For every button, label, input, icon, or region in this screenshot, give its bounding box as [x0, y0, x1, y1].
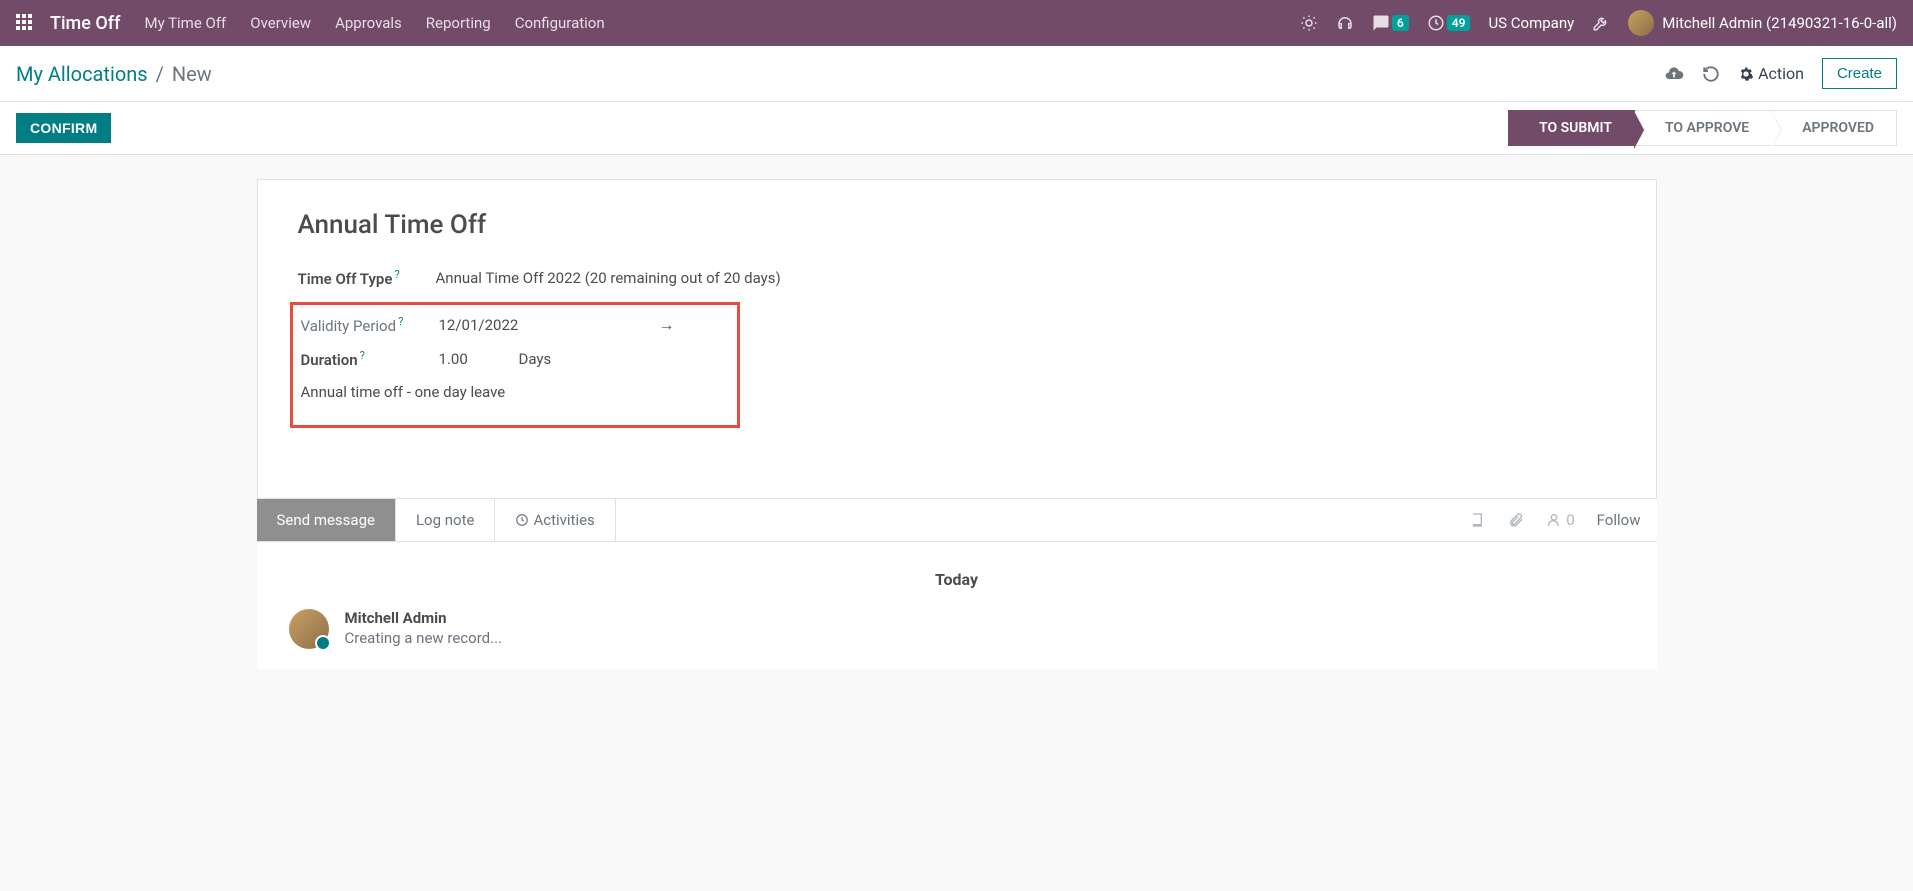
nav-reporting[interactable]: Reporting	[426, 14, 491, 32]
form-title: Annual Time Off	[298, 210, 1616, 240]
status-to-submit[interactable]: TO SUBMIT	[1508, 110, 1635, 146]
messages-icon[interactable]: 6	[1372, 14, 1409, 32]
tab-send-message[interactable]: Send message	[257, 499, 396, 541]
value-duration: 1.00	[439, 350, 519, 368]
app-brand[interactable]: Time Off	[50, 13, 120, 34]
avatar	[1628, 10, 1654, 36]
help-icon[interactable]: ?	[394, 268, 399, 281]
breadcrumb: My Allocations / New	[16, 62, 212, 86]
book-icon[interactable]	[1470, 512, 1486, 528]
breadcrumb-parent[interactable]: My Allocations	[16, 62, 148, 86]
row-validity: Validity Period? 12/01/2022 →	[293, 315, 729, 335]
label-time-off-type: Time Off Type?	[298, 268, 436, 288]
avatar	[289, 609, 329, 649]
apps-icon[interactable]	[16, 14, 34, 32]
discard-icon[interactable]	[1702, 65, 1720, 83]
bug-icon[interactable]	[1300, 14, 1318, 32]
tab-log-note[interactable]: Log note	[396, 499, 494, 541]
confirm-button[interactable]: CONFIRM	[16, 113, 111, 143]
breadcrumb-sep: /	[156, 62, 164, 86]
row-notes: Annual time off - one day leave	[293, 383, 729, 401]
follower-count: 0	[1566, 511, 1574, 529]
create-button[interactable]: Create	[1822, 58, 1897, 89]
tools-icon[interactable]	[1592, 14, 1610, 32]
value-duration-unit: Days	[519, 350, 552, 368]
status-approved[interactable]: APPROVED	[1772, 110, 1897, 146]
message-body: Creating a new record...	[345, 629, 503, 647]
top-navbar: Time Off My Time Off Overview Approvals …	[0, 0, 1913, 46]
arrow-right-icon: →	[658, 315, 674, 335]
status-to-approve[interactable]: TO APPROVE	[1635, 110, 1772, 146]
day-separator: Today	[273, 570, 1641, 589]
activities-icon[interactable]: 49	[1427, 14, 1471, 32]
cloud-upload-icon[interactable]	[1664, 64, 1684, 84]
nav-overview[interactable]: Overview	[250, 14, 311, 32]
action-button[interactable]: Action	[1738, 64, 1804, 83]
status-bar: CONFIRM TO SUBMIT TO APPROVE APPROVED	[0, 102, 1913, 155]
help-icon[interactable]: ?	[398, 315, 403, 328]
label-duration: Duration?	[301, 349, 439, 369]
form-container: Annual Time Off Time Off Type? Annual Ti…	[0, 155, 1913, 499]
company-switcher[interactable]: US Company	[1488, 14, 1574, 32]
follow-button[interactable]: Follow	[1597, 511, 1641, 529]
control-panel: My Allocations / New Action Create	[0, 46, 1913, 102]
message-author: Mitchell Admin	[345, 609, 503, 627]
messages-badge: 6	[1392, 15, 1409, 31]
systray: 6 49 US Company Mitchell Admin (21490321…	[1300, 10, 1897, 36]
value-time-off-type: Annual Time Off 2022 (20 remaining out o…	[436, 269, 781, 287]
nav-configuration[interactable]: Configuration	[515, 14, 605, 32]
row-duration: Duration? 1.00 Days	[293, 349, 729, 369]
breadcrumb-current: New	[172, 62, 212, 86]
highlight-box: Validity Period? 12/01/2022 → Duration? …	[290, 302, 740, 428]
attachment-icon[interactable]	[1508, 512, 1524, 528]
user-name: Mitchell Admin (21490321-16-0-all)	[1662, 14, 1897, 32]
message: Mitchell Admin Creating a new record...	[273, 609, 1641, 649]
activities-badge: 49	[1447, 15, 1471, 31]
value-validity-from: 12/01/2022	[439, 316, 519, 334]
help-icon[interactable]: ?	[360, 349, 365, 362]
nav-links: My Time Off Overview Approvals Reporting…	[144, 14, 604, 32]
chatter-wrap: Send message Log note Activities 0 Follo…	[0, 499, 1913, 669]
status-steps: TO SUBMIT TO APPROVE APPROVED	[1508, 110, 1897, 146]
label-validity: Validity Period?	[301, 315, 439, 335]
nav-my-time-off[interactable]: My Time Off	[144, 14, 226, 32]
user-menu[interactable]: Mitchell Admin (21490321-16-0-all)	[1628, 10, 1897, 36]
tab-activities[interactable]: Activities	[494, 499, 615, 541]
followers-button[interactable]: 0	[1546, 511, 1574, 529]
support-icon[interactable]	[1336, 14, 1354, 32]
action-label: Action	[1758, 64, 1804, 83]
chatter-body: Today Mitchell Admin Creating a new reco…	[257, 542, 1657, 669]
notes-text: Annual time off - one day leave	[301, 383, 506, 401]
row-time-off-type: Time Off Type? Annual Time Off 2022 (20 …	[298, 268, 1616, 288]
nav-approvals[interactable]: Approvals	[335, 14, 402, 32]
chatter: Send message Log note Activities 0 Follo…	[257, 499, 1657, 669]
chatter-tabs: Send message Log note Activities 0 Follo…	[257, 499, 1657, 542]
chatter-icons: 0 Follow	[1470, 511, 1656, 529]
form-sheet: Annual Time Off Time Off Type? Annual Ti…	[257, 179, 1657, 499]
